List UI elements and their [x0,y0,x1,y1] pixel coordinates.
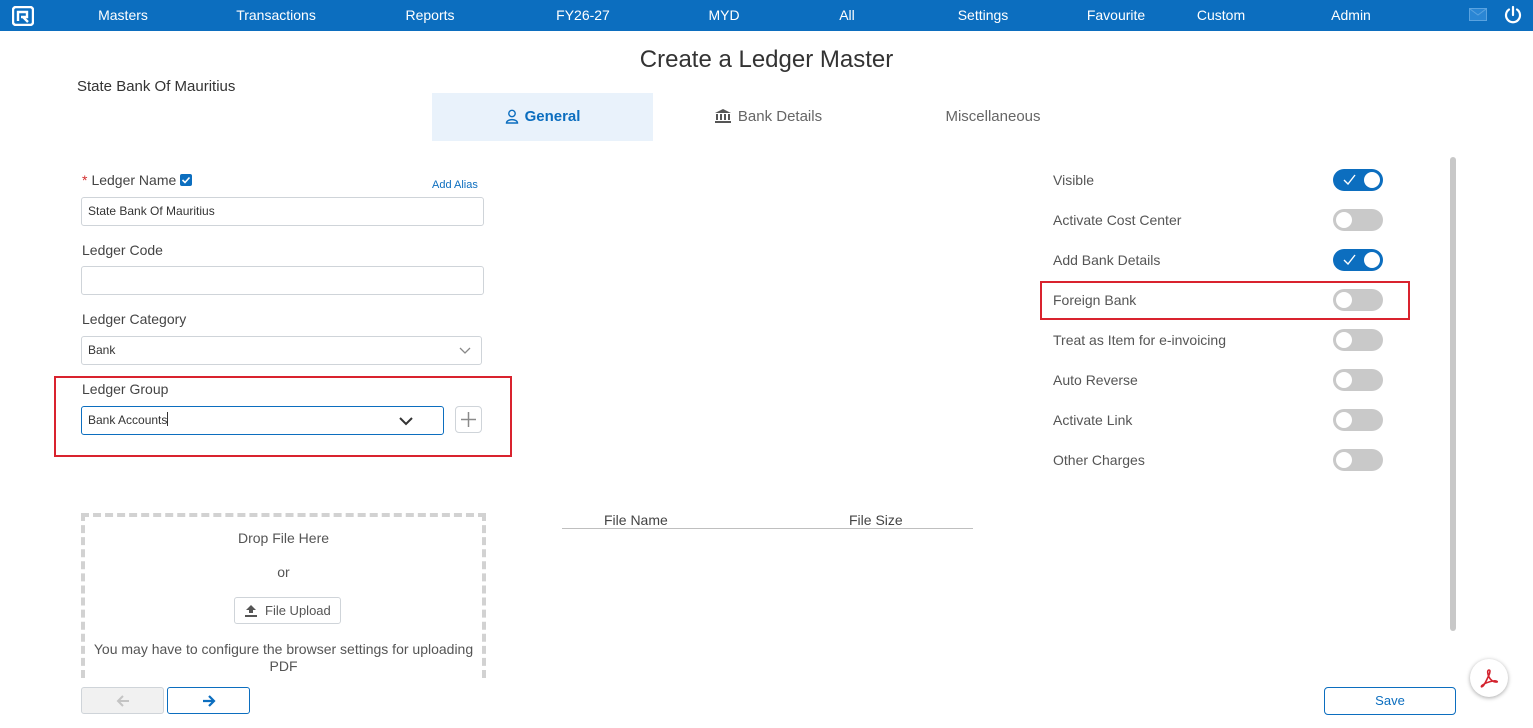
pdf-icon [1480,669,1499,688]
or-text: or [277,564,290,580]
add-bank-details-toggle[interactable] [1333,249,1383,271]
nav-masters[interactable]: Masters [98,0,148,31]
tab-general-label: General [524,108,581,125]
other-charges-toggle[interactable] [1333,449,1383,471]
user-icon [505,109,518,124]
toggle-label-treat-as-item: Treat as Item for e-invoicing [1053,332,1226,348]
toggle-knob [1336,452,1352,468]
pdf-button[interactable] [1470,659,1508,697]
mail-icon[interactable] [1469,8,1487,21]
nav-company-code[interactable]: MYD [708,0,739,31]
check-icon [1343,254,1356,265]
previous-button[interactable] [81,687,164,714]
file-upload-button[interactable]: File Upload [234,597,341,624]
toggle-label-add-bank-details: Add Bank Details [1053,252,1161,268]
arrow-left-icon [116,695,129,707]
nav-admin[interactable]: Admin [1331,0,1371,31]
check-icon [182,176,191,184]
ledger-category-value: Bank [88,343,116,357]
power-icon[interactable] [1503,5,1523,25]
nav-settings[interactable]: Settings [958,0,1009,31]
treat-as-item-toggle[interactable] [1333,329,1383,351]
ledger-code-input[interactable] [81,266,484,295]
ledger-name-label: Ledger Name [91,172,177,188]
toggle-knob [1336,372,1352,388]
tab-bank-details[interactable]: Bank Details [683,93,853,141]
file-name-column-header: File Name [604,512,668,528]
arrow-right-icon [203,695,216,707]
nav-fiscal-year[interactable]: FY26-27 [556,0,610,31]
bank-icon [714,109,731,123]
add-alias-link[interactable]: Add Alias [432,179,478,191]
chevron-down-icon [459,347,471,354]
company-name: State Bank Of Mauritius [77,78,236,95]
file-table-divider [562,528,973,529]
toggle-knob [1336,332,1352,348]
ledger-code-label: Ledger Code [82,242,163,258]
check-icon [1343,174,1356,185]
vertical-scrollbar[interactable] [1450,157,1456,631]
activate-link-toggle[interactable] [1333,409,1383,431]
auto-reverse-toggle[interactable] [1333,369,1383,391]
toggle-knob [1336,412,1352,428]
tab-bank-details-label: Bank Details [737,108,823,125]
ledger-group-highlight-box [54,376,512,457]
foreign-bank-highlight-box [1040,281,1410,320]
nav-custom[interactable]: Custom [1197,0,1245,31]
toggle-knob [1336,212,1352,228]
nav-transactions[interactable]: Transactions [236,0,316,31]
ledger-name-label-group: * Ledger Name [82,172,193,188]
toggle-knob [1364,252,1380,268]
ledger-category-label: Ledger Category [82,311,187,327]
tab-miscellaneous-label: Miscellaneous [945,108,1041,125]
app-logo-icon[interactable] [12,6,34,26]
tab-general[interactable]: General [432,93,653,141]
toggle-label-activate-cost-center: Activate Cost Center [1053,212,1182,228]
ledger-name-checkbox[interactable] [180,174,193,186]
toggle-label-activate-link: Activate Link [1053,412,1133,428]
page-title: Create a Ledger Master [639,46,894,73]
visible-toggle[interactable] [1333,169,1383,191]
nav-all[interactable]: All [839,0,855,31]
save-button[interactable]: Save [1324,687,1456,715]
required-marker: * [82,172,88,188]
toggle-label-other-charges: Other Charges [1053,452,1145,468]
ledger-category-select[interactable]: Bank [81,336,482,365]
toggle-knob [1364,172,1380,188]
tab-miscellaneous[interactable]: Miscellaneous [908,93,1078,141]
toggle-label-visible: Visible [1053,172,1094,188]
activate-cost-center-toggle[interactable] [1333,209,1383,231]
file-drop-zone[interactable]: Drop File Here or File Upload You may ha… [81,513,486,678]
file-upload-label: File Upload [265,603,331,618]
drop-file-text: Drop File Here [237,530,330,546]
browser-settings-note: You may have to configure the browser se… [93,641,474,674]
file-size-column-header: File Size [849,512,903,528]
upload-icon [245,605,257,617]
ledger-name-input[interactable]: State Bank Of Mauritius [81,197,484,226]
nav-reports[interactable]: Reports [405,0,454,31]
top-nav-bar: Masters Transactions Reports FY26-27 MYD… [0,0,1533,31]
next-button[interactable] [167,687,250,714]
toggle-label-auto-reverse: Auto Reverse [1053,372,1138,388]
nav-favourite[interactable]: Favourite [1087,0,1145,31]
